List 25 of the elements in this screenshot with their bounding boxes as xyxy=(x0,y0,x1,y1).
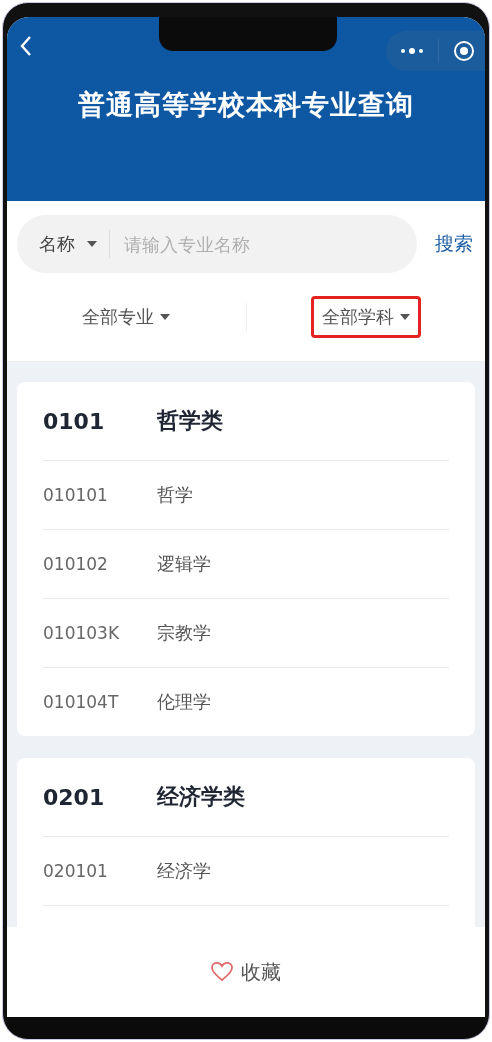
search-input[interactable]: 请输入专业名称 xyxy=(122,232,326,256)
category-code: 0201 xyxy=(43,784,106,810)
scope-dropdown[interactable]: 名称 xyxy=(39,232,97,256)
category-name: 经济学类 xyxy=(157,783,245,811)
back-icon[interactable] xyxy=(19,35,33,57)
major-code[interactable]: 010104T xyxy=(43,692,157,712)
page-title: 普通高等学校本科专业查询 xyxy=(77,88,415,122)
major-name[interactable]: 逻辑学 xyxy=(157,552,211,576)
major-name[interactable]: 宗教学 xyxy=(157,621,211,645)
major-name[interactable]: 哲学 xyxy=(157,483,193,507)
category-name: 哲学类 xyxy=(157,407,223,435)
filter-dropdown[interactable]: 全部专业 xyxy=(71,296,182,338)
favorite-button[interactable]: 收藏 xyxy=(205,957,287,987)
more-icon[interactable] xyxy=(400,47,424,55)
major-name[interactable]: 经济学 xyxy=(157,859,211,883)
major-code[interactable]: 010103K xyxy=(43,623,157,643)
filter-dropdown[interactable]: 全部学科 xyxy=(310,296,421,338)
major-code[interactable]: 020101 xyxy=(43,861,157,881)
major-code[interactable]: 010102 xyxy=(43,554,157,574)
major-name[interactable]: 伦理学 xyxy=(157,690,211,714)
heart-icon xyxy=(211,962,233,982)
category-code: 0101 xyxy=(43,408,106,434)
search-field[interactable]: 名称 请输入专业名称 xyxy=(17,215,417,273)
major-code[interactable]: 010101 xyxy=(43,485,157,505)
search-button[interactable]: 搜索 xyxy=(435,231,473,257)
